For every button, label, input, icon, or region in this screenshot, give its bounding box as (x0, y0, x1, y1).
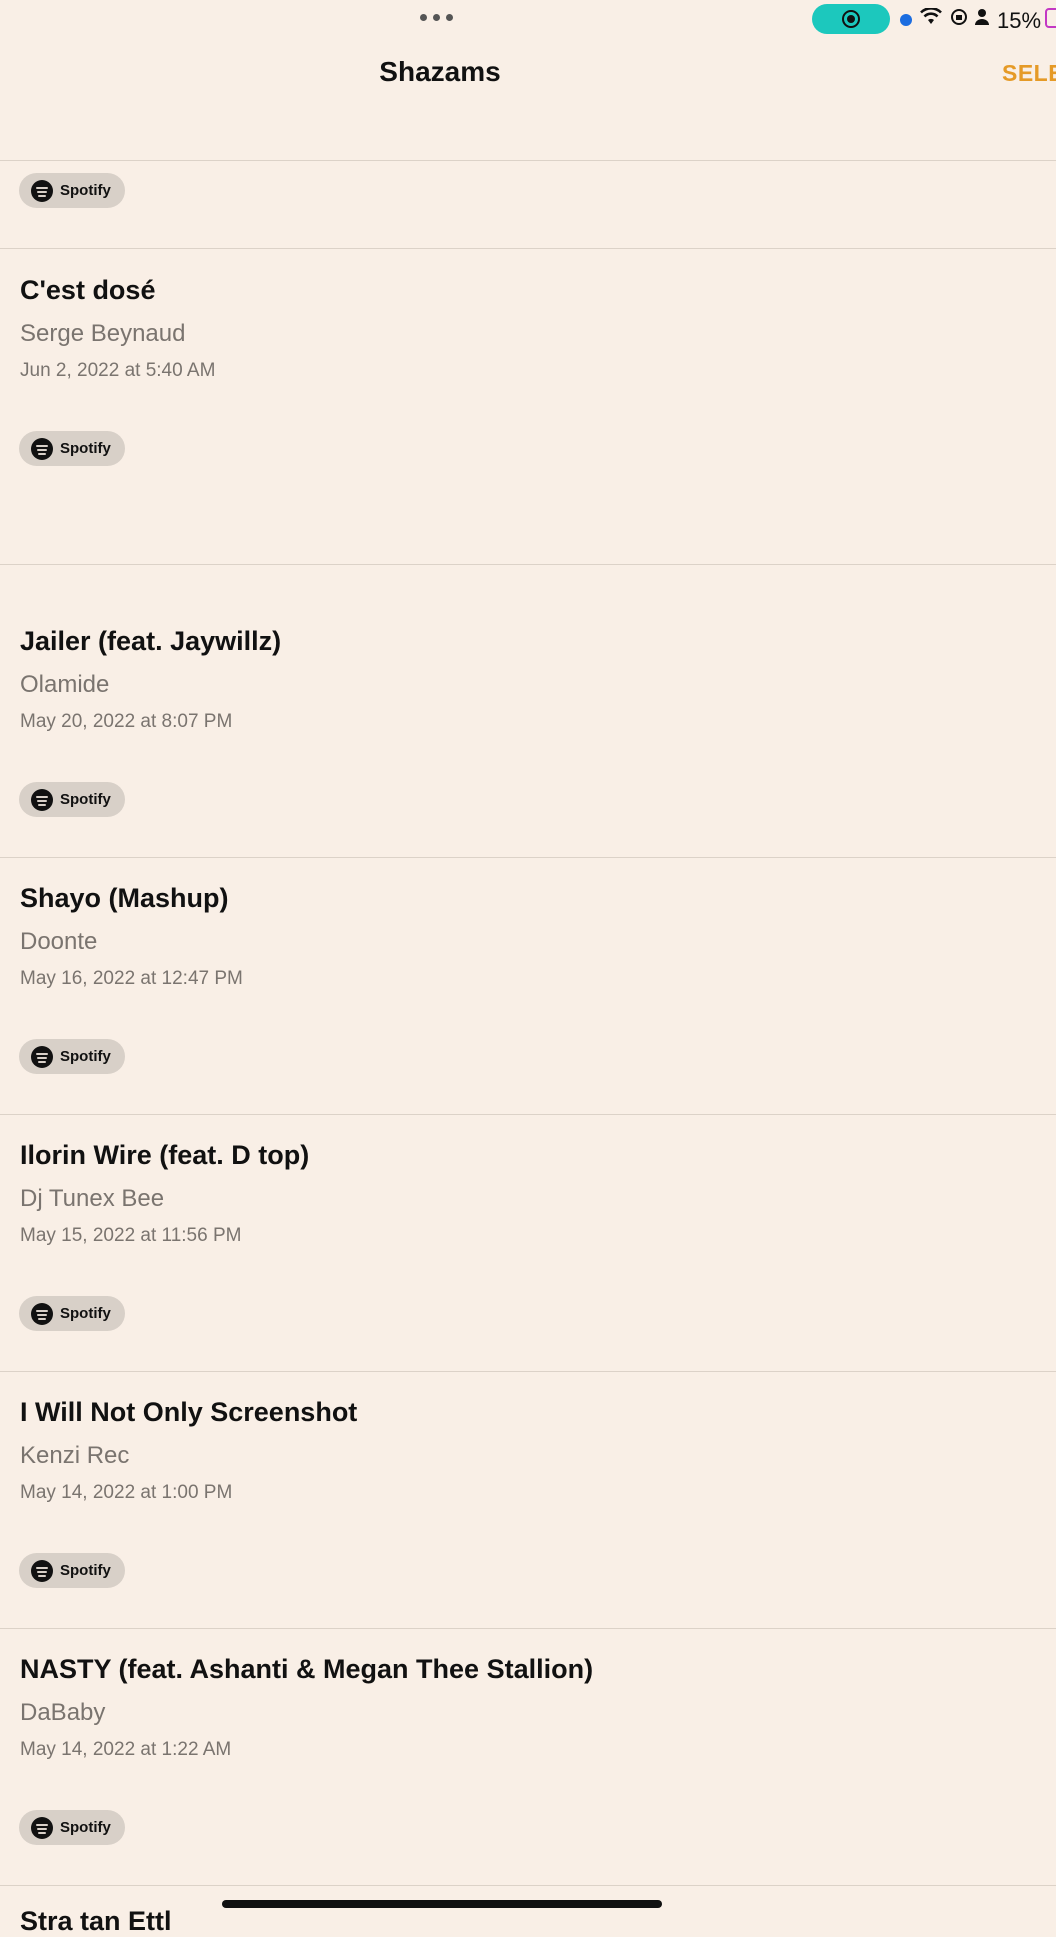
song-date: May 14, 2022 at 1:22 AM (20, 1739, 232, 1760)
divider (0, 1371, 1056, 1372)
battery-icon (1045, 8, 1056, 28)
spotify-icon (31, 788, 53, 811)
battery-percentage: 15% (997, 8, 1042, 33)
spotify-button[interactable]: Spotify (19, 1039, 125, 1074)
divider (0, 564, 1056, 565)
wifi-icon (920, 7, 942, 30)
divider (0, 1885, 1056, 1886)
spotify-button[interactable]: Spotify (19, 1553, 125, 1588)
home-indicator[interactable] (222, 1900, 662, 1908)
song-date: May 20, 2022 at 8:07 PM (20, 711, 233, 732)
spotify-label: Spotify (60, 182, 111, 199)
divider (0, 857, 1056, 858)
song-date: May 14, 2022 at 1:00 PM (20, 1482, 233, 1503)
spotify-label: Spotify (60, 1048, 111, 1065)
divider (0, 1114, 1056, 1115)
spotify-button[interactable]: Spotify (19, 173, 125, 208)
song-date: May 16, 2022 at 12:47 PM (20, 968, 243, 989)
divider (0, 160, 1056, 161)
song-title: I Will Not Only Screenshot (20, 1397, 358, 1427)
spotify-icon (31, 1045, 53, 1068)
song-date: Jun 2, 2022 at 5:40 AM (20, 360, 216, 381)
spotify-label: Spotify (60, 791, 111, 808)
song-title: Ilorin Wire (feat. D top) (20, 1140, 310, 1170)
list-item[interactable]: C'est dosé Serge Beynaud Jun 2, 2022 at … (20, 275, 1020, 382)
spotify-button[interactable]: Spotify (19, 1810, 125, 1845)
divider (0, 1628, 1056, 1629)
spotify-icon (31, 1559, 53, 1582)
song-title: Shayo (Mashup) (20, 883, 229, 913)
song-artist: Doonte (20, 928, 98, 955)
song-artist: Olamide (20, 671, 110, 698)
status-bar: 15% (0, 0, 1056, 40)
song-artist: Kenzi Rec (20, 1442, 130, 1469)
song-date: May 15, 2022 at 11:56 PM (20, 1225, 242, 1246)
more-dots-icon[interactable] (420, 14, 453, 21)
song-artist: Serge Beynaud (20, 320, 186, 347)
page-title: Shazams (379, 56, 501, 87)
list-item[interactable]: Jailer (feat. Jaywillz) Olamide May 20, … (20, 626, 1020, 733)
spotify-icon (31, 1816, 53, 1839)
person-icon (975, 8, 989, 30)
spotify-icon (31, 437, 53, 460)
select-button[interactable]: SELE (1002, 60, 1056, 87)
list-item[interactable]: NASTY (feat. Ashanti & Megan Thee Stalli… (20, 1654, 1020, 1761)
spotify-label: Spotify (60, 1562, 111, 1579)
spotify-icon (31, 1302, 53, 1325)
song-artist: DaBaby (20, 1699, 106, 1726)
spotify-icon (31, 179, 53, 202)
spotify-button[interactable]: Spotify (19, 782, 125, 817)
spotify-label: Spotify (60, 1819, 111, 1836)
spotify-label: Spotify (60, 440, 111, 457)
location-dot-icon (900, 14, 912, 26)
list-item[interactable]: Shayo (Mashup) Doonte May 16, 2022 at 12… (20, 883, 1020, 990)
divider (0, 248, 1056, 249)
spotify-button[interactable]: Spotify (19, 1296, 125, 1331)
song-title: Stra tan Ettl (20, 1906, 172, 1936)
list-item[interactable]: I Will Not Only Screenshot Kenzi Rec May… (20, 1397, 1020, 1504)
spotify-button[interactable]: Spotify (19, 431, 125, 466)
song-title: Jailer (feat. Jaywillz) (20, 626, 282, 656)
list-item[interactable]: Ilorin Wire (feat. D top) Dj Tunex Bee M… (20, 1140, 1020, 1247)
song-artist: Dj Tunex Bee (20, 1185, 165, 1212)
song-title: C'est dosé (20, 275, 156, 305)
orientation-lock-icon (950, 8, 968, 30)
spotify-label: Spotify (60, 1305, 111, 1322)
screen-record-icon[interactable] (812, 4, 890, 34)
song-title: NASTY (feat. Ashanti & Megan Thee Stalli… (20, 1654, 594, 1684)
